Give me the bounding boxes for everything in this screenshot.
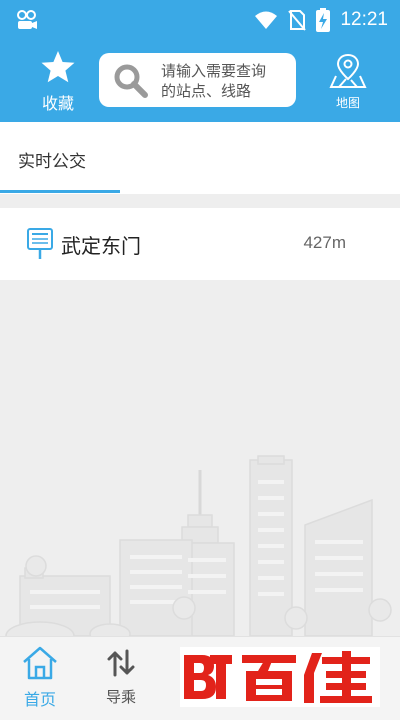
- battery-charging-icon: [316, 8, 331, 32]
- nav-home[interactable]: 首页: [14, 645, 66, 710]
- search-placeholder: 请输入需要查询 的站点、线路: [161, 62, 267, 100]
- tab-active-indicator: [0, 190, 120, 193]
- home-icon: [23, 646, 57, 680]
- nav-guide-label: 导乘: [105, 688, 136, 706]
- map-label: 地图: [335, 96, 360, 110]
- star-icon: [41, 51, 75, 83]
- status-bar: 12:21: [0, 0, 400, 40]
- no-sim-icon: [288, 10, 307, 31]
- favorites-button[interactable]: 收藏: [34, 50, 82, 114]
- app-notification-icon: [17, 10, 37, 29]
- city-skyline-illustration: [5, 455, 392, 636]
- tab-bar: 实时公交: [0, 122, 400, 194]
- tab-realtime-bus[interactable]: 实时公交: [18, 147, 86, 172]
- favorites-label: 收藏: [41, 94, 74, 113]
- header-bar: 收藏 请输入需要查询 的站点、线路 地图: [0, 40, 400, 122]
- bus-stop-sign-icon: [27, 228, 53, 259]
- wifi-icon: [255, 11, 278, 29]
- map-button[interactable]: 地图: [324, 52, 372, 111]
- search-box[interactable]: 请输入需要查询 的站点、线路: [99, 53, 296, 107]
- nav-home-label: 首页: [23, 690, 56, 709]
- station-distance: 427m: [303, 233, 346, 252]
- status-time: 12:21: [340, 9, 388, 30]
- search-icon: [114, 64, 148, 98]
- map-pin-icon: [329, 53, 367, 88]
- nav-guide[interactable]: 导乘: [95, 645, 147, 707]
- brand-logo: [180, 647, 380, 707]
- transfer-arrows-icon: [107, 649, 135, 677]
- bottom-navigation: 首页 导乘: [0, 636, 400, 720]
- station-name: 武定东门: [61, 234, 141, 258]
- station-list-item[interactable]: 武定东门 427m: [0, 208, 400, 280]
